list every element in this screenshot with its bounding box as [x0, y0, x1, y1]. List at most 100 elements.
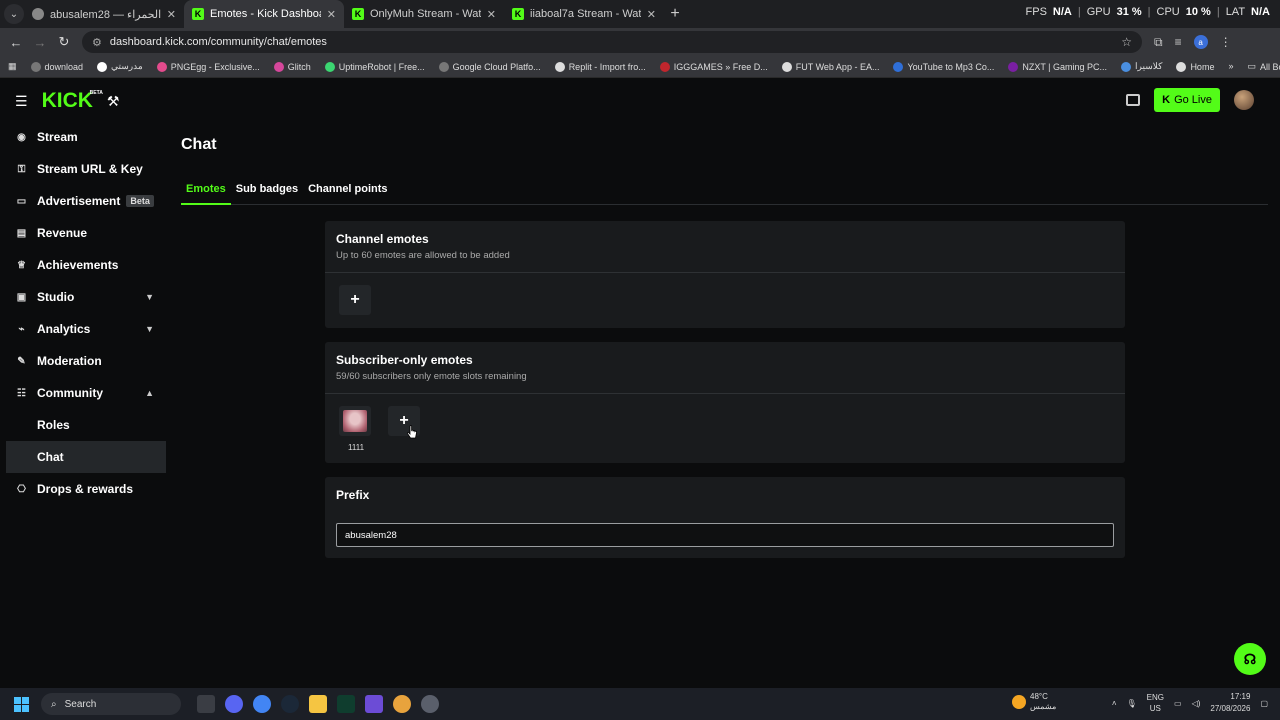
browser-tab[interactable]: K OnlyMuh Stream - Watch Live o ✕ [344, 0, 504, 28]
bookmark-item[interactable]: IGGGAMES » Free D... [659, 61, 768, 72]
sidebar-item-advertisement[interactable]: ▭ Advertisement Beta [6, 185, 166, 217]
bookmark-item[interactable]: كلاسيرا [1121, 61, 1162, 72]
bookmark-item[interactable]: مدرستي [97, 61, 143, 72]
sun-icon [1012, 695, 1026, 709]
bookmark-favicon-icon [659, 61, 670, 72]
sidebar-item-chat[interactable]: Chat [6, 441, 166, 473]
bookmark-item[interactable]: FUT Web App - EA... [781, 61, 879, 72]
apps-icon[interactable]: ▦ [8, 61, 17, 72]
chrome-active-icon[interactable] [393, 695, 411, 713]
settings-icon[interactable] [421, 695, 439, 713]
back-icon[interactable]: ← [4, 35, 28, 50]
sidebar-item-stream-url-key[interactable]: ⚿ Stream URL & Key [6, 153, 166, 185]
clock[interactable]: 17:19 27/08/2026 [1210, 691, 1250, 715]
sidebar-item-roles[interactable]: Roles [6, 409, 166, 441]
stream-icon: ◉ [17, 131, 26, 143]
weather-widget[interactable]: 48°C مشمس [1012, 692, 1056, 712]
browser-tab[interactable]: K iiaboal7a Stream - Watch Live o ✕ [504, 0, 664, 28]
gpu-label: GPU [1086, 6, 1111, 18]
bookmark-item[interactable]: Home [1176, 61, 1214, 72]
fps-value: N/A [1052, 6, 1072, 18]
chat-tabs: Emotes Sub badges Channel points [181, 180, 1268, 205]
bookmark-item[interactable]: YouTube to Mp3 Co... [893, 61, 994, 72]
divider [325, 393, 1125, 394]
bookmark-item[interactable]: NZXT | Gaming PC... [1008, 61, 1107, 72]
url-bar[interactable]: ⚙ dashboard.kick.com/community/chat/emot… [82, 31, 1142, 53]
hamburger-menu-icon[interactable]: ☰ [15, 93, 28, 110]
bookmarks-overflow-icon[interactable]: » [1228, 61, 1233, 72]
profile-icon[interactable]: a [1193, 35, 1208, 49]
sidebar-item-achievements[interactable]: ♕ Achievements [6, 249, 166, 281]
media-icon[interactable]: ≡ [1175, 35, 1182, 49]
sidebar-item-analytics[interactable]: ⌁ Analytics ▼ [6, 313, 166, 345]
close-icon[interactable]: ✕ [647, 8, 656, 21]
chrome-icon[interactable] [253, 695, 271, 713]
bookmark-item[interactable]: Glitch [273, 61, 311, 72]
sidebar-item-community[interactable]: ☷ Community ▲ [6, 377, 166, 409]
volume-icon[interactable]: ◁) [1192, 699, 1201, 708]
close-icon[interactable]: ✕ [167, 8, 176, 21]
theater-mode-icon[interactable] [1126, 94, 1141, 106]
support-chat-button[interactable]: ☊ [1234, 643, 1266, 675]
prefix-title: Prefix [336, 488, 370, 502]
sidebar-item-moderation[interactable]: ✎ Moderation [6, 345, 166, 377]
subscriber-emotes-subtitle: 59/60 subscribers only emote slots remai… [336, 371, 527, 382]
bookmark-item[interactable]: Replit - Import fro... [554, 61, 646, 72]
browser-tab[interactable]: abusalem28 — المنطقة الحمراء ✕ [24, 0, 184, 28]
prefix-input[interactable]: abusalem28 [336, 523, 1114, 547]
gpu-value: 31 % [1116, 6, 1142, 18]
bookmarks-bar: ▦ download مدرستي PNGEgg - Exclusive... … [0, 56, 1280, 78]
browser-tab-active[interactable]: K Emotes - Kick Dashboard ✕ [184, 0, 344, 28]
revenue-icon: ▤ [16, 227, 27, 239]
windows-start-icon[interactable] [14, 696, 29, 712]
steam-icon[interactable] [281, 695, 299, 713]
kick-icon: K [1162, 94, 1171, 106]
network-icon[interactable]: ▭ [1174, 699, 1182, 708]
key-icon: ⚿ [17, 163, 26, 175]
emote-thumbnail[interactable] [339, 406, 371, 436]
app-icon[interactable] [337, 695, 355, 713]
site-info-icon[interactable]: ⚙ [92, 36, 102, 49]
notification-icon[interactable]: ▢ [1260, 699, 1268, 708]
close-icon[interactable]: ✕ [327, 8, 336, 21]
sidebar-item-drops-rewards[interactable]: ⎔ Drops & rewards [6, 473, 166, 505]
extension-icon[interactable]: ⧉ [1154, 35, 1163, 50]
hammer-icon[interactable]: ⚒ [107, 93, 120, 110]
lat-label: LAT [1225, 6, 1246, 18]
sidebar-item-revenue[interactable]: ▤ Revenue [6, 217, 166, 249]
tab-emotes[interactable]: Emotes [181, 180, 231, 205]
task-view-icon[interactable] [197, 695, 215, 713]
discord-icon[interactable] [225, 695, 243, 713]
tab-sub-badges[interactable]: Sub badges [231, 180, 303, 205]
microphone-icon[interactable]: 🎙 [1127, 699, 1137, 708]
taskbar-search[interactable]: ⌕ Search [41, 693, 181, 715]
app-icon[interactable] [365, 695, 383, 713]
kick-icon: K [352, 8, 364, 20]
language-indicator[interactable]: ENG US [1147, 692, 1164, 714]
bookmark-star-icon[interactable]: ☆ [1121, 35, 1132, 49]
bookmark-favicon-icon [1008, 61, 1019, 72]
bookmark-favicon-icon [893, 61, 904, 72]
bookmark-favicon-icon [1121, 61, 1132, 72]
kick-logo[interactable]: KICK BETA [42, 89, 103, 113]
bookmark-item[interactable]: download [30, 61, 83, 72]
menu-icon[interactable]: ⋮ [1220, 35, 1232, 49]
chevron-up-icon[interactable]: ˄ [1112, 699, 1117, 708]
add-channel-emote-button[interactable]: + [339, 285, 371, 315]
new-tab-button[interactable]: + [664, 5, 686, 23]
tab-channel-points[interactable]: Channel points [303, 180, 392, 205]
sidebar-item-studio[interactable]: ▣ Studio ▼ [6, 281, 166, 313]
bookmark-favicon-icon [781, 61, 792, 72]
avatar[interactable] [1234, 90, 1254, 110]
sidebar-item-stream[interactable]: ◉ Stream [6, 121, 166, 153]
bookmark-item[interactable]: UptimeRobot | Free... [324, 61, 425, 72]
bookmark-item[interactable]: PNGEgg - Exclusive... [156, 61, 260, 72]
all-bookmarks-button[interactable]: ▭All Bookmarks [1247, 61, 1280, 72]
forward-icon[interactable]: → [28, 35, 52, 50]
bookmark-item[interactable]: Google Cloud Platfo... [438, 61, 541, 72]
go-live-button[interactable]: K Go Live [1154, 88, 1220, 112]
close-icon[interactable]: ✕ [487, 8, 496, 21]
file-explorer-icon[interactable] [309, 695, 327, 713]
tab-search-button[interactable]: ⌄ [4, 4, 24, 24]
reload-icon[interactable]: ↻ [52, 34, 76, 50]
